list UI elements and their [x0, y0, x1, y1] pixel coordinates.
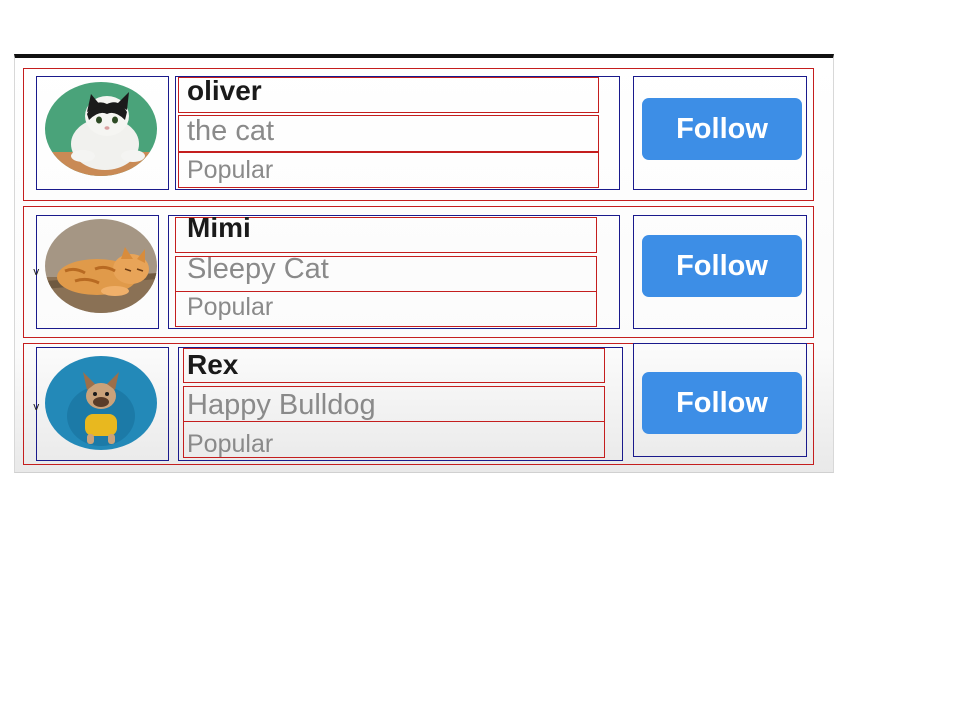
follow-button[interactable]: Follow	[642, 98, 802, 160]
orange-tabby-cat-icon	[45, 219, 157, 313]
follow-button[interactable]: Follow	[642, 235, 802, 297]
profile-name: oliver	[187, 75, 262, 106]
follow-button[interactable]: Follow	[642, 372, 802, 434]
chevron-down-icon: v	[33, 265, 40, 278]
avatar-mimi[interactable]	[45, 219, 157, 313]
profile-name: Rex	[187, 349, 239, 380]
profile-tag: Popular	[187, 293, 274, 321]
name-frame	[183, 348, 605, 383]
avatar-rex[interactable]	[45, 356, 157, 450]
tuxedo-cat-icon	[45, 82, 157, 176]
profile-subtitle: Happy Bulldog	[187, 389, 376, 421]
profile-tag: Popular	[187, 156, 274, 184]
french-bulldog-icon	[45, 356, 157, 450]
profile-subtitle: the cat	[187, 115, 275, 147]
avatar-oliver[interactable]	[45, 82, 157, 176]
profile-name: Mimi	[187, 212, 251, 243]
profile-subtitle: Sleepy Cat	[187, 253, 329, 285]
profile-tag: Popular	[187, 430, 274, 458]
chevron-down-icon: v	[33, 400, 40, 413]
